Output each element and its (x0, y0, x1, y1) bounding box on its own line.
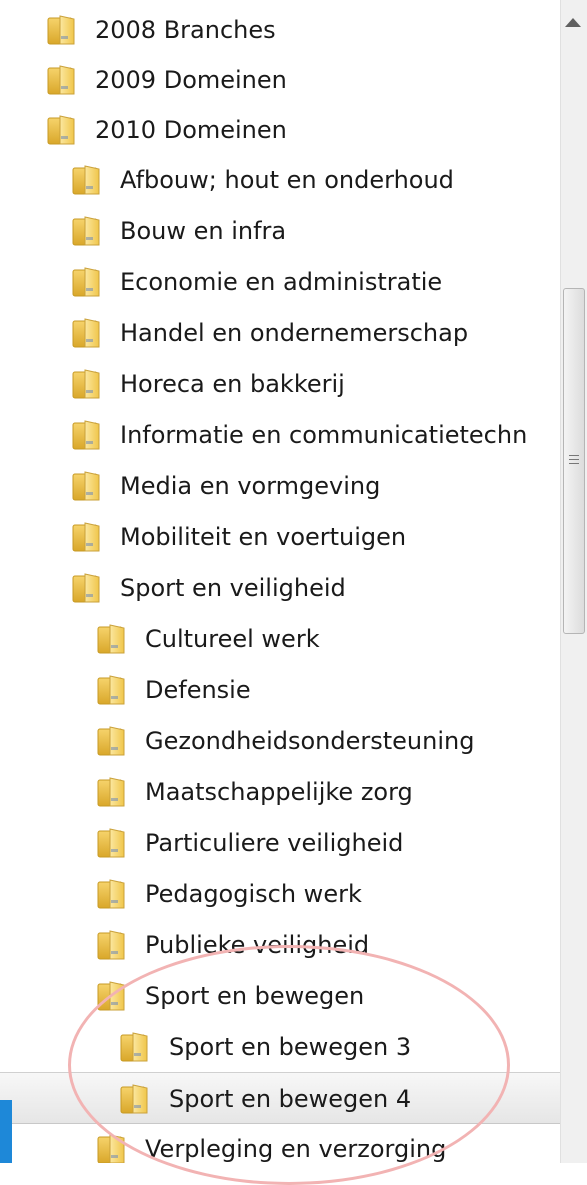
grip-icon (569, 455, 579, 464)
folder-icon (72, 419, 102, 451)
folder-icon (72, 215, 102, 247)
folder-icon (47, 14, 77, 46)
tree-item-verpleging[interactable]: Verpleging en verzorging (0, 1123, 560, 1163)
folder-icon (72, 521, 102, 553)
tree-item-label: Verpleging en verzorging (145, 1135, 447, 1163)
folder-icon (120, 1083, 150, 1115)
tree-item-label: Gezondheidsondersteuning (145, 727, 475, 755)
tree-item-2010-domeinen[interactable]: 2010 Domeinen (0, 104, 560, 156)
tree-item-label: Sport en bewegen (145, 982, 365, 1010)
folder-icon (72, 164, 102, 196)
tree-item-afbouw[interactable]: Afbouw; hout en onderhoud (0, 154, 560, 206)
tree-item-label: Defensie (145, 676, 251, 704)
tree-item-particuliere-veiligheid[interactable]: Particuliere veiligheid (0, 817, 560, 869)
tree-item-label: Handel en ondernemerschap (120, 319, 469, 347)
tree-item-label: Horeca en bakkerij (120, 370, 345, 398)
tree-item-gezondheidsondersteuning[interactable]: Gezondheidsondersteuning (0, 715, 560, 767)
tree-item-label: 2008 Branches (95, 16, 276, 44)
folder-icon (47, 114, 77, 146)
accent-edge (0, 1100, 12, 1163)
folder-icon (97, 878, 127, 910)
folder-icon (97, 725, 127, 757)
chevron-up-icon[interactable] (565, 18, 581, 27)
tree-item-horeca[interactable]: Horeca en bakkerij (0, 358, 560, 410)
tree-item-maatschappelijke-zorg[interactable]: Maatschappelijke zorg (0, 766, 560, 818)
folder-icon (97, 674, 127, 706)
tree-item-label: 2009 Domeinen (95, 66, 287, 94)
tree-item-label: Sport en bewegen 4 (169, 1085, 412, 1113)
tree-item-economie[interactable]: Economie en administratie (0, 256, 560, 308)
tree-item-informatie[interactable]: Informatie en communicatietechn (0, 409, 560, 461)
tree-item-defensie[interactable]: Defensie (0, 664, 560, 716)
folder-icon (97, 1133, 127, 1163)
vertical-scrollbar[interactable] (560, 0, 587, 1163)
tree-item-label: Mobiliteit en voertuigen (120, 523, 407, 551)
tree-item-mobiliteit[interactable]: Mobiliteit en voertuigen (0, 511, 560, 563)
tree-item-label: Sport en bewegen 3 (169, 1033, 412, 1061)
tree-item-label: Economie en administratie (120, 268, 443, 296)
tree-item-2009-domeinen[interactable]: 2009 Domeinen (0, 54, 560, 106)
folder-icon (97, 623, 127, 655)
tree-item-label: Publieke veiligheid (145, 931, 370, 959)
tree-item-publieke-veiligheid[interactable]: Publieke veiligheid (0, 919, 560, 971)
tree-item-label: Bouw en infra (120, 217, 287, 245)
tree-item-label: Afbouw; hout en onderhoud (120, 166, 454, 194)
tree-item-label: Pedagogisch werk (145, 880, 362, 908)
tree-item-media[interactable]: Media en vormgeving (0, 460, 560, 512)
scrollbar-thumb[interactable] (563, 288, 585, 634)
folder-icon (97, 827, 127, 859)
folder-icon (47, 64, 77, 96)
folder-icon (72, 266, 102, 298)
tree-item-label: Particuliere veiligheid (145, 829, 404, 857)
folder-icon (72, 368, 102, 400)
tree-item-sport-en-veiligheid[interactable]: Sport en veiligheid (0, 562, 560, 614)
folder-tree: 2008 Branches 2009 Domeinen 2010 Domeine… (0, 0, 560, 1163)
tree-item-pedagogisch-werk[interactable]: Pedagogisch werk (0, 868, 560, 920)
tree-item-handel[interactable]: Handel en ondernemerschap (0, 307, 560, 359)
tree-item-2008-branches[interactable]: 2008 Branches (0, 4, 560, 56)
tree-item-sport-en-bewegen-4[interactable]: Sport en bewegen 4 (0, 1072, 560, 1124)
folder-icon (72, 470, 102, 502)
tree-item-sport-en-bewegen[interactable]: Sport en bewegen (0, 970, 560, 1022)
tree-item-cultureel-werk[interactable]: Cultureel werk (0, 613, 560, 665)
folder-icon (97, 929, 127, 961)
folder-icon (72, 572, 102, 604)
tree-item-label: Cultureel werk (145, 625, 320, 653)
tree-item-label: 2010 Domeinen (95, 116, 287, 144)
folder-icon (97, 776, 127, 808)
tree-item-label: Media en vormgeving (120, 472, 381, 500)
tree-item-label: Sport en veiligheid (120, 574, 346, 602)
tree-item-bouw-en-infra[interactable]: Bouw en infra (0, 205, 560, 257)
tree-item-label: Maatschappelijke zorg (145, 778, 413, 806)
tree-item-sport-en-bewegen-3[interactable]: Sport en bewegen 3 (0, 1021, 560, 1073)
tree-item-label: Informatie en communicatietechn (120, 421, 528, 449)
folder-icon (120, 1031, 150, 1063)
folder-icon (72, 317, 102, 349)
folder-icon (97, 980, 127, 1012)
